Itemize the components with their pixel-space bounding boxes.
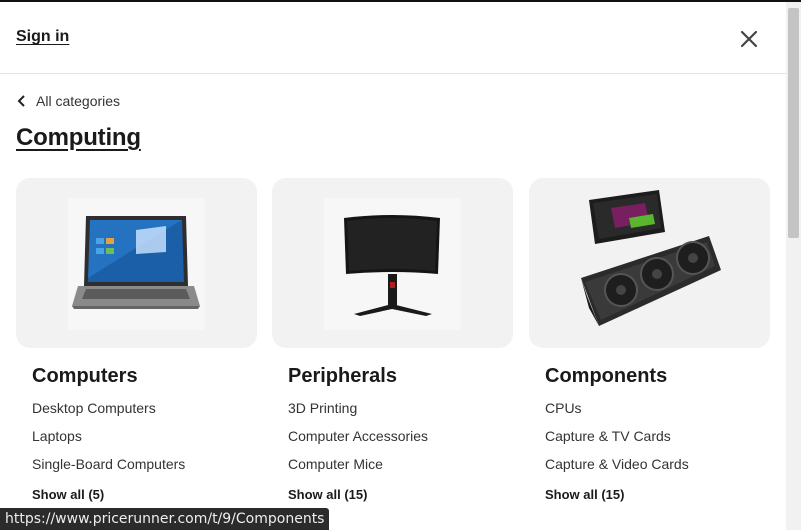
back-link-label: All categories	[36, 93, 121, 109]
subcategory-link[interactable]: Computer Accessories	[288, 428, 428, 456]
subcategory-link[interactable]: Capture & Video Cards	[545, 456, 689, 484]
laptop-image	[68, 198, 205, 330]
chevron-left-icon	[17, 95, 25, 107]
subcategory-list: CPUs Capture & TV Cards Capture & Video …	[545, 400, 689, 484]
subcategory-link[interactable]: Computer Mice	[288, 456, 428, 484]
close-icon	[740, 30, 758, 48]
subcategory-link[interactable]: Desktop Computers	[32, 400, 185, 428]
category-image-computers[interactable]	[16, 178, 257, 348]
category-image-components[interactable]	[529, 178, 770, 348]
category-card-peripherals: Peripherals 3D Printing Computer Accesso…	[272, 178, 513, 502]
category-title[interactable]: Peripherals	[288, 365, 397, 388]
subcategory-link[interactable]: CPUs	[545, 400, 689, 428]
page-title[interactable]: Computing	[16, 124, 141, 152]
category-image-peripherals[interactable]	[272, 178, 513, 348]
show-all-link[interactable]: Show all (5)	[32, 487, 104, 502]
link-preview-status-bar: https://www.pricerunner.com/t/9/Componen…	[0, 508, 330, 530]
show-all-link[interactable]: Show all (15)	[545, 487, 624, 502]
subcategory-link[interactable]: Laptops	[32, 428, 185, 456]
category-title[interactable]: Computers	[32, 365, 138, 388]
category-card-components: Components CPUs Capture & TV Cards Captu…	[529, 178, 770, 502]
scrollbar[interactable]	[786, 2, 801, 530]
graphics-card-image	[581, 190, 721, 326]
back-to-all-categories-link[interactable]: All categories	[16, 93, 120, 109]
category-title[interactable]: Components	[545, 365, 667, 388]
sign-in-link[interactable]: Sign in	[16, 28, 69, 46]
monitor-image	[324, 198, 461, 330]
scrollbar-thumb[interactable]	[788, 8, 799, 238]
subcategory-list: Desktop Computers Laptops Single-Board C…	[32, 400, 185, 484]
show-all-link[interactable]: Show all (15)	[288, 487, 367, 502]
subcategory-list: 3D Printing Computer Accessories Compute…	[288, 400, 428, 484]
header: Sign in	[0, 2, 786, 74]
subcategory-link[interactable]: Single-Board Computers	[32, 456, 185, 484]
category-card-computers: Computers Desktop Computers Laptops Sing…	[16, 178, 257, 502]
close-button[interactable]	[738, 28, 760, 50]
subcategory-link[interactable]: 3D Printing	[288, 400, 428, 428]
subcategory-link[interactable]: Capture & TV Cards	[545, 428, 689, 456]
